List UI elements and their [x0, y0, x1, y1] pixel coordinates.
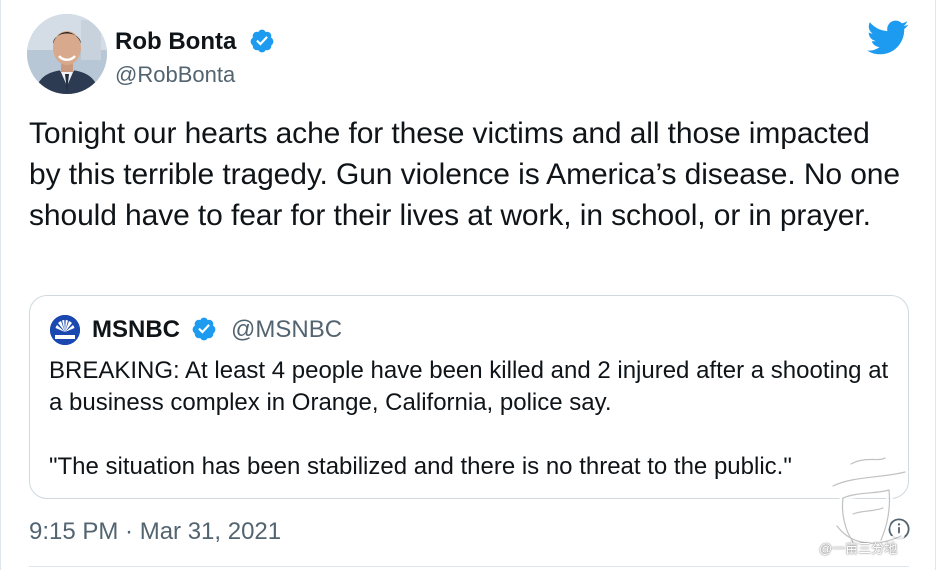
- tweet-text: Tonight our hearts ache for these victim…: [29, 117, 900, 232]
- quoted-tweet[interactable]: MSNBC @MSNBC BREAKING: At least 4 people…: [29, 295, 909, 499]
- divider: [29, 566, 909, 567]
- tweet-card: Rob Bonta @RobBonta Tonight our hearts a…: [0, 0, 936, 570]
- author-name[interactable]: Rob Bonta: [115, 28, 236, 56]
- author-avatar[interactable]: [27, 14, 107, 94]
- quoted-author-avatar[interactable]: [50, 315, 80, 345]
- tweet-timestamp[interactable]: 9:15 PM · Mar 31, 2021: [29, 518, 281, 546]
- author-handle[interactable]: @RobBonta: [115, 62, 235, 88]
- quoted-paragraph: BREAKING: At least 4 people have been ki…: [49, 357, 889, 416]
- verified-badge-icon: [250, 29, 274, 53]
- quoted-author-handle[interactable]: @MSNBC: [231, 316, 342, 344]
- twitter-bird-icon[interactable]: [867, 20, 909, 56]
- profile-photo: [27, 14, 107, 94]
- quoted-paragraph: "The situation has been stabilized and t…: [49, 453, 792, 480]
- watermark-text: @一亩三分地: [819, 541, 898, 556]
- verified-badge-icon: [192, 317, 216, 341]
- quoted-author-name[interactable]: MSNBC: [92, 316, 180, 344]
- quoted-tweet-text: BREAKING: At least 4 people have been ki…: [49, 355, 899, 483]
- msnbc-peacock-logo: [50, 315, 80, 345]
